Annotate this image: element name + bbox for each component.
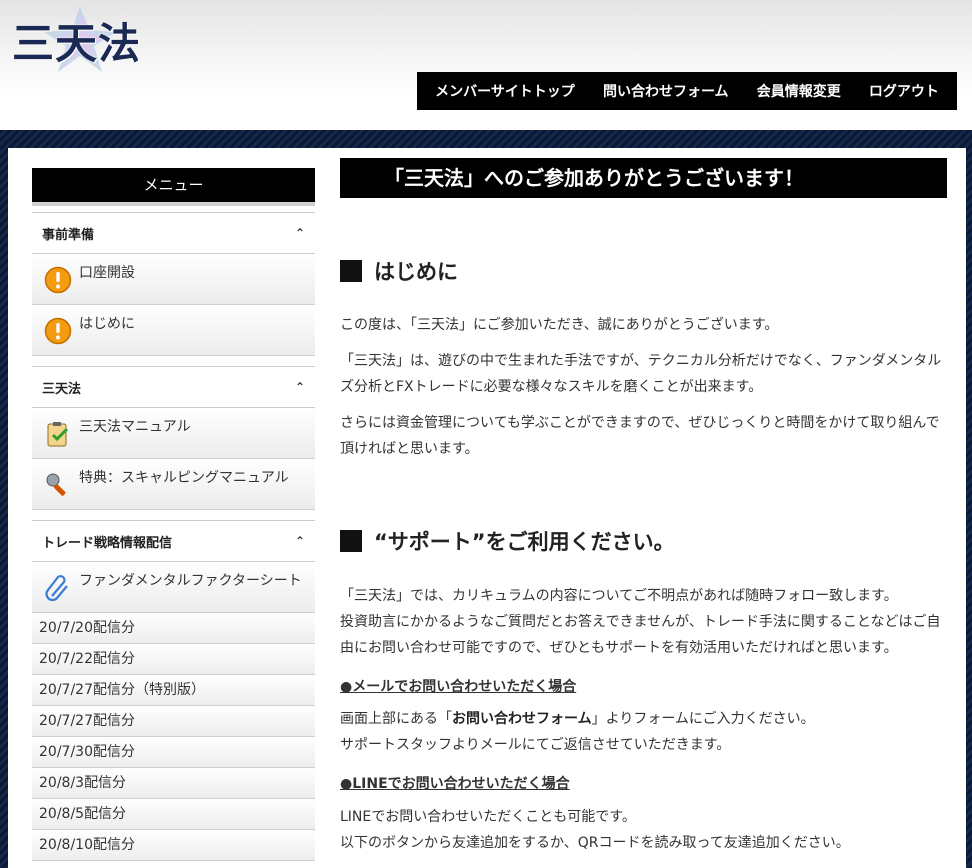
paperclip-icon [45, 575, 68, 602]
nav-member-info[interactable]: 会員情報変更 [751, 81, 847, 101]
sidebar-item-factor-sheet[interactable]: ファンダメンタルファクターシート [32, 562, 315, 613]
section-santenho[interactable]: 三天法 ⌃ [32, 366, 315, 408]
section-title: 三天法 [42, 381, 82, 397]
mail-contact-heading: ●メールでお問い合わせいただく場合 [340, 679, 577, 695]
sidebar-item-label: 特典：スキャルピングマニュアル [79, 470, 289, 486]
line-paragraph-2: 以下のボタンから友達追加をするか、QRコードを読み取って友達追加ください。 [340, 835, 850, 851]
mail-paragraph-1: 画面上部にある「お問い合わせフォーム」よりフォームにご入力ください。 [340, 706, 947, 732]
nav-member-top[interactable]: メンバーサイトトップ [429, 81, 581, 101]
top-nav: メンバーサイトトップ 問い合わせフォーム 会員情報変更 ログアウト [417, 72, 957, 110]
section-prep[interactable]: 事前準備 ⌃ [32, 212, 315, 254]
mail-text-pre: 画面上部にある「 [340, 711, 452, 727]
sidebar-item-label: 三天法マニュアル [79, 419, 191, 435]
logo-text: 三天法 [12, 19, 142, 68]
list-item[interactable]: 20/8/5配信分 [32, 799, 315, 830]
chevron-up-icon[interactable]: ⌃ [295, 534, 305, 548]
section-title: トレード戦略情報配信 [42, 535, 173, 551]
list-item[interactable]: 20/8/3配信分 [32, 768, 315, 799]
sidebar-item-manual[interactable]: 三天法マニュアル [32, 408, 315, 459]
menu-title: メニュー [32, 168, 315, 206]
wrench-icon [46, 473, 66, 496]
sidebar-item-label: 口座開設 [79, 265, 135, 281]
sidebar-item-label: ファンダメンタルファクターシート [79, 573, 302, 589]
list-item[interactable]: 20/7/30配信分 [32, 737, 315, 768]
heading-text: “サポート”をご利用ください。 [374, 530, 675, 554]
warning-icon [44, 317, 72, 345]
mail-paragraph-2: サポートスタッフよりメールにてご返信させていただきます。 [340, 737, 731, 753]
section-title: 事前準備 [42, 227, 95, 243]
heading-text: はじめに [374, 260, 458, 284]
support-paragraph-1: 「三天法」では、カリキュラムの内容についてご不明点があれば随時フォロー致します。 [340, 588, 898, 604]
welcome-banner: 「三天法」へのご参加ありがとうございます！ [340, 158, 947, 198]
intro-paragraph-3: さらには資金管理についても学ぶことができますので、ぜひじっくりと時間をかけて取り… [340, 415, 940, 457]
sidebar-item-label: はじめに [79, 316, 135, 332]
section-trade[interactable]: トレード戦略情報配信 ⌃ [32, 520, 315, 562]
list-item[interactable]: 20/7/27配信分 [32, 706, 315, 737]
chevron-up-icon[interactable]: ⌃ [295, 226, 305, 240]
intro-paragraph-1: この度は、「三天法」にご参加いただき、誠にありがとうございます。 [340, 317, 779, 333]
sidebar-item-intro[interactable]: はじめに [32, 305, 315, 356]
list-item[interactable]: 20/8/10配信分 [32, 830, 315, 861]
sidebar-item-account[interactable]: 口座開設 [32, 254, 315, 305]
site-logo[interactable]: 三天法 [8, 4, 148, 72]
list-item[interactable]: 20/7/20配信分 [32, 613, 315, 644]
square-bullet-icon [340, 530, 362, 552]
site-header: 三天法 メンバーサイトトップ 問い合わせフォーム 会員情報変更 ログアウト [0, 0, 972, 130]
line-contact-heading: ●LINEでお問い合わせいただく場合 [340, 776, 570, 792]
sidebar: メニュー 事前準備 ⌃ 口座開設 はじめに 三天法 ⌃ 三天法マニュアル 特典：… [32, 168, 315, 861]
warning-icon [44, 266, 72, 294]
intro-paragraph-2: 「三天法」は、遊びの中で生まれた手法ですが、テクニカル分析だけでなく、ファンダメ… [340, 353, 942, 395]
nav-contact-form[interactable]: 問い合わせフォーム [597, 81, 735, 101]
list-item[interactable]: 20/7/22配信分 [32, 644, 315, 675]
list-item[interactable]: 20/7/27配信分（特別版） [32, 675, 315, 706]
main-content: 「三天法」へのご参加ありがとうございます！ はじめに この度は、「三天法」にご参… [340, 158, 947, 851]
heading-support: “サポート”をご利用ください。 [340, 526, 675, 556]
nav-logout[interactable]: ログアウト [863, 81, 945, 101]
heading-intro: はじめに [340, 256, 458, 286]
clipboard-check-icon [47, 422, 69, 447]
support-paragraph-2: 投資助言にかかるようなご質問だとお答えできませんが、トレード手法に関することなど… [340, 614, 941, 656]
mail-text-post: 」よりフォームにご入力ください。 [591, 711, 815, 727]
sidebar-item-scalping[interactable]: 特典：スキャルピングマニュアル [32, 459, 315, 510]
square-bullet-icon [340, 260, 362, 282]
line-paragraph-1: LINEでお問い合わせいただくことも可能です。 [340, 809, 636, 825]
chevron-up-icon[interactable]: ⌃ [295, 380, 305, 394]
mail-text-bold: お問い合わせフォーム [452, 711, 592, 727]
